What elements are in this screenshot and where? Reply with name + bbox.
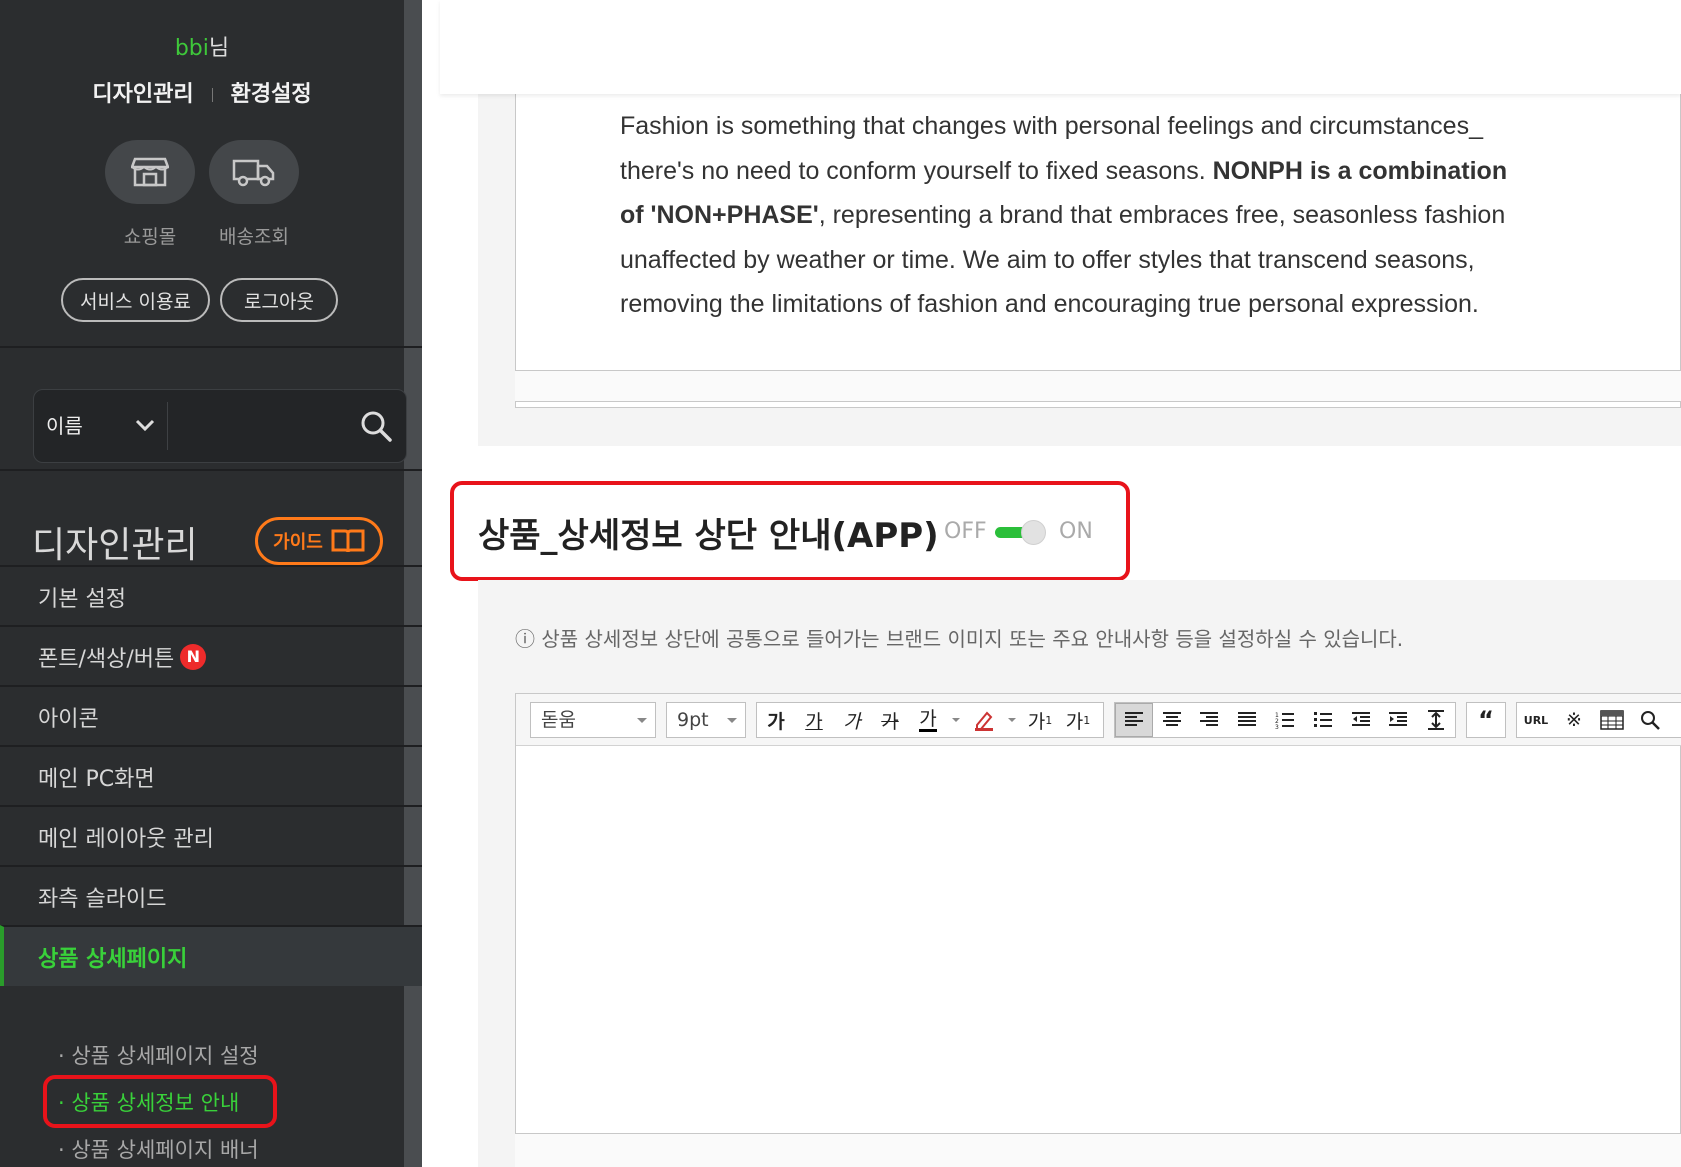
paragraph-line: there's no need to conform yourself to f… xyxy=(620,156,1213,185)
insert-group: URL ※ xyxy=(1516,702,1681,738)
design-manage-link[interactable]: 디자인관리 xyxy=(92,82,193,107)
outdent-icon[interactable] xyxy=(1342,703,1380,737)
new-badge: N xyxy=(180,643,207,670)
highlight-box xyxy=(450,481,1130,581)
menu-item-label: 좌측 슬라이드 xyxy=(38,886,167,912)
editor-footer xyxy=(515,1133,1681,1167)
dropdown-arrow-icon[interactable] xyxy=(1003,703,1021,737)
divider xyxy=(0,469,422,471)
user-suffix: 님 xyxy=(208,36,230,61)
user-name: bbi xyxy=(174,36,209,61)
bullet-list-icon[interactable] xyxy=(1304,703,1342,737)
dropdown-arrow-icon xyxy=(637,718,647,723)
service-fee-button[interactable]: 서비스 이용료 xyxy=(61,278,210,322)
table-icon[interactable] xyxy=(1593,703,1631,737)
align-left-icon[interactable] xyxy=(1115,703,1153,737)
divider xyxy=(0,346,422,348)
quote-group: “ xyxy=(1466,702,1506,738)
menu-item-label: 상품 상세페이지 xyxy=(38,946,188,972)
guide-button[interactable]: 가이드 xyxy=(255,517,383,565)
delivery-label: 배송조회 xyxy=(219,226,289,248)
font-select[interactable]: 돋움 xyxy=(530,702,656,738)
menu-item-label: 메인 PC화면 xyxy=(38,766,155,792)
align-center-icon[interactable] xyxy=(1153,703,1191,737)
editor-footer xyxy=(515,370,1681,402)
editor-toolbar: 돋움 9pt 가 가 가 가 가 가1 가1 123 “ URL ※ xyxy=(516,694,1681,746)
submenu-item-detail-settings[interactable]: · 상품 상세페이지 설정 xyxy=(58,1040,259,1070)
menu-item-label: 메인 레이아웃 관리 xyxy=(38,826,214,852)
url-label: URL xyxy=(1523,713,1549,727)
strikethrough-icon[interactable]: 가 xyxy=(871,703,909,737)
top-bar xyxy=(440,0,1681,94)
bold-icon[interactable]: 가 xyxy=(757,703,795,737)
font-color-icon[interactable]: 가 xyxy=(909,703,947,737)
font-select-value: 돋움 xyxy=(541,709,576,731)
highlight-box xyxy=(43,1075,277,1128)
align-justify-icon[interactable] xyxy=(1228,703,1266,737)
text-style-group: 가 가 가 가 가 가1 가1 xyxy=(756,702,1104,738)
rich-text-editor[interactable]: 돋움 9pt 가 가 가 가 가 가1 가1 123 “ URL ※ xyxy=(515,693,1681,1167)
paragraph-line: , representing a brand that embraces fre… xyxy=(818,201,1506,229)
numbered-list-icon[interactable]: 123 xyxy=(1266,703,1304,737)
book-icon xyxy=(331,529,365,553)
special-char-icon[interactable]: ※ xyxy=(1555,703,1593,737)
shop-button[interactable] xyxy=(105,140,195,204)
dropdown-arrow-icon xyxy=(727,718,737,723)
superscript-icon[interactable]: 가1 xyxy=(1021,703,1059,737)
truck-icon xyxy=(232,159,275,187)
menu-item-product-detail[interactable]: 상품 상세페이지 xyxy=(0,925,422,986)
info-text: ⓘ 상품 상세정보 상단에 공통으로 들어가는 브랜드 이미지 또는 주요 안내… xyxy=(515,627,1404,651)
paragraph-bold: NONPH is a combination xyxy=(1212,156,1508,185)
menu-item-font-color-button[interactable]: 폰트/색상/버튼 N xyxy=(0,625,422,686)
svg-text:3: 3 xyxy=(1275,724,1279,729)
menu-item-basic[interactable]: 기본 설정 xyxy=(0,565,422,626)
search-box: 이름 xyxy=(33,389,407,463)
link-url-icon[interactable]: URL xyxy=(1517,703,1555,737)
find-icon[interactable] xyxy=(1631,703,1669,737)
settings-link[interactable]: 환경설정 xyxy=(231,82,312,107)
search-type-select[interactable]: 이름 xyxy=(46,390,83,462)
quote-icon[interactable]: “ xyxy=(1467,703,1505,737)
menu-item-main-layout[interactable]: 메인 레이아웃 관리 xyxy=(0,805,422,866)
menu-item-label: 아이콘 xyxy=(38,706,99,732)
size-select-value: 9pt xyxy=(677,709,709,731)
menu-item-label: 폰트/색상/버튼 xyxy=(38,646,175,672)
delivery-button[interactable] xyxy=(209,140,299,204)
divider xyxy=(167,402,168,450)
divider xyxy=(211,88,213,102)
submenu-item-detail-banner[interactable]: · 상품 상세페이지 배너 xyxy=(58,1134,259,1164)
size-select[interactable]: 9pt xyxy=(666,702,746,738)
paragraph-group: 123 xyxy=(1114,702,1456,738)
menu-item-left-slide[interactable]: 좌측 슬라이드 xyxy=(0,865,422,926)
user-greeting: bbi님 xyxy=(0,30,404,62)
paragraph-bold: of 'NON+PHASE' xyxy=(620,201,819,229)
top-links: 디자인관리 환경설정 xyxy=(0,76,404,108)
italic-icon[interactable]: 가 xyxy=(833,703,871,737)
sidebar: bbi님 디자인관리 환경설정 쇼핑몰 배송조회 서비스 이용료 로그아웃 이름 … xyxy=(0,0,422,1167)
menu-item-label: 기본 설정 xyxy=(38,586,126,612)
chevron-down-icon[interactable] xyxy=(132,412,158,438)
line-height-icon[interactable] xyxy=(1417,703,1455,737)
brand-paragraph: Fashion is something that changes with p… xyxy=(620,104,1540,327)
logout-button[interactable]: 로그아웃 xyxy=(220,278,338,322)
menu-title: 디자인관리 xyxy=(32,525,198,566)
underline-icon[interactable]: 가 xyxy=(795,703,833,737)
guide-label: 가이드 xyxy=(273,532,323,553)
align-right-icon[interactable] xyxy=(1191,703,1229,737)
paragraph-line: Fashion is something that changes with p… xyxy=(620,112,1483,140)
paragraph-line: unaffected by weather or time. We aim to… xyxy=(620,245,1475,274)
shop-label: 쇼핑몰 xyxy=(123,226,177,248)
menu-item-main-pc[interactable]: 메인 PC화면 xyxy=(0,745,422,806)
indent-icon[interactable] xyxy=(1379,703,1417,737)
search-icon[interactable] xyxy=(358,408,394,444)
store-icon xyxy=(131,157,169,187)
highlight-color-icon[interactable] xyxy=(965,703,1003,737)
subscript-icon[interactable]: 가1 xyxy=(1059,703,1097,737)
dropdown-arrow-icon[interactable] xyxy=(947,703,965,737)
menu-item-icon[interactable]: 아이콘 xyxy=(0,685,422,746)
paragraph-line: removing the limitations of fashion and … xyxy=(620,290,1479,318)
